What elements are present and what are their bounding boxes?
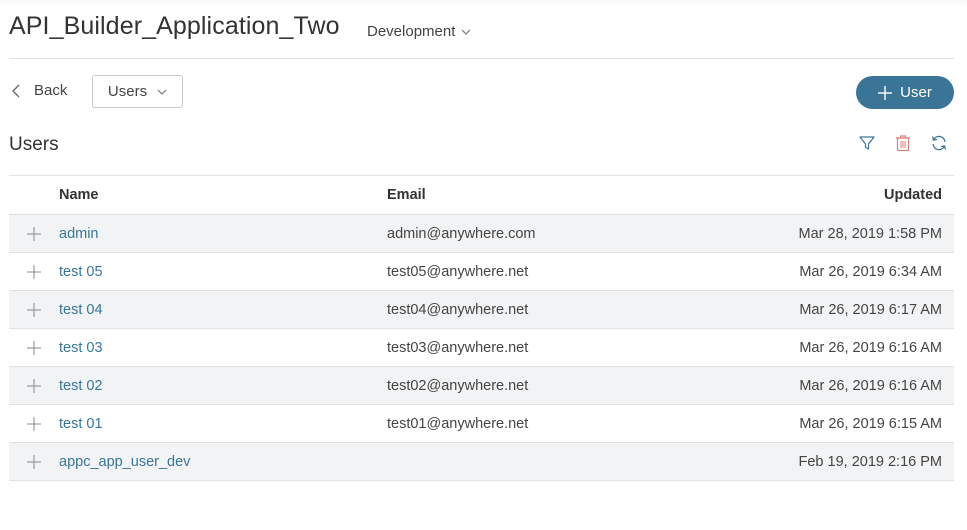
section-title: Users <box>9 134 59 155</box>
header-divider <box>9 58 954 59</box>
table-row[interactable]: appc_app_user_dev Feb 19, 2019 2:16 PM <box>9 443 954 481</box>
user-updated: Mar 26, 2019 6:17 AM <box>799 301 942 318</box>
user-updated: Feb 19, 2019 2:16 PM <box>798 453 943 470</box>
table-row[interactable]: test 05 test05@anywhere.net Mar 26, 2019… <box>9 253 954 291</box>
plus-icon <box>27 302 41 317</box>
app-title: API_Builder_Application_Two <box>9 12 340 40</box>
expand-row-button[interactable] <box>9 416 59 431</box>
user-name-link[interactable]: test 04 <box>59 302 387 318</box>
user-updated: Mar 26, 2019 6:16 AM <box>799 339 942 356</box>
chevron-down-icon <box>157 89 167 95</box>
user-email: test04@anywhere.net <box>387 301 529 318</box>
user-email: test05@anywhere.net <box>387 263 529 280</box>
user-name-link[interactable]: test 01 <box>59 416 387 432</box>
plus-icon <box>27 454 41 469</box>
table-tools <box>858 134 948 152</box>
top-bar: API_Builder_Application_Two Development <box>0 0 967 59</box>
expand-row-button[interactable] <box>9 340 59 355</box>
user-name-link[interactable]: test 05 <box>59 264 387 280</box>
user-email: test01@anywhere.net <box>387 415 529 432</box>
table-row[interactable]: test 01 test01@anywhere.net Mar 26, 2019… <box>9 405 954 443</box>
chevron-down-icon <box>461 29 471 35</box>
expand-row-button[interactable] <box>9 378 59 393</box>
table-row[interactable]: test 03 test03@anywhere.net Mar 26, 2019… <box>9 329 954 367</box>
user-name-link[interactable]: test 03 <box>59 340 387 356</box>
column-header-updated[interactable]: Updated <box>687 187 954 203</box>
section-select-label: Users <box>107 83 148 100</box>
user-email: test03@anywhere.net <box>387 339 529 356</box>
user-updated: Mar 26, 2019 6:34 AM <box>799 263 942 280</box>
user-name-link[interactable]: appc_app_user_dev <box>59 454 387 470</box>
section-select[interactable]: Users <box>92 75 183 108</box>
user-name-link[interactable]: admin <box>59 226 387 242</box>
add-user-button[interactable]: User <box>856 76 954 109</box>
expand-row-button[interactable] <box>9 264 59 279</box>
expand-row-button[interactable] <box>9 302 59 317</box>
plus-icon <box>878 85 893 100</box>
back-button[interactable]: Back <box>12 82 67 99</box>
plus-icon <box>27 264 41 279</box>
table-header: Name Email Updated <box>9 176 954 215</box>
table-row[interactable]: test 02 test02@anywhere.net Mar 26, 2019… <box>9 367 954 405</box>
table-row[interactable]: admin admin@anywhere.com Mar 28, 2019 1:… <box>9 215 954 253</box>
column-header-email[interactable]: Email <box>387 187 687 203</box>
add-user-label: User <box>900 84 932 101</box>
plus-icon <box>27 416 41 431</box>
users-table: Name Email Updated admin admin@anywhere.… <box>9 175 954 481</box>
user-updated: Mar 28, 2019 1:58 PM <box>798 225 942 242</box>
user-email: admin@anywhere.com <box>387 225 536 242</box>
column-header-name[interactable]: Name <box>59 187 387 203</box>
user-name-link[interactable]: test 02 <box>59 378 387 394</box>
expand-row-button[interactable] <box>9 454 59 469</box>
plus-icon <box>27 340 41 355</box>
filter-icon[interactable] <box>858 134 876 152</box>
back-label: Back <box>34 82 68 99</box>
plus-icon <box>27 378 41 393</box>
environment-select[interactable]: Development <box>367 23 471 40</box>
table-row[interactable]: test 04 test04@anywhere.net Mar 26, 2019… <box>9 291 954 329</box>
expand-row-button[interactable] <box>9 226 59 241</box>
refresh-icon[interactable] <box>930 134 948 152</box>
plus-icon <box>27 226 41 241</box>
user-updated: Mar 26, 2019 6:15 AM <box>799 415 942 432</box>
trash-icon[interactable] <box>894 134 912 152</box>
chevron-left-icon <box>12 84 20 97</box>
user-updated: Mar 26, 2019 6:16 AM <box>799 377 942 394</box>
environment-label: Development <box>367 23 456 40</box>
user-email: test02@anywhere.net <box>387 377 529 394</box>
